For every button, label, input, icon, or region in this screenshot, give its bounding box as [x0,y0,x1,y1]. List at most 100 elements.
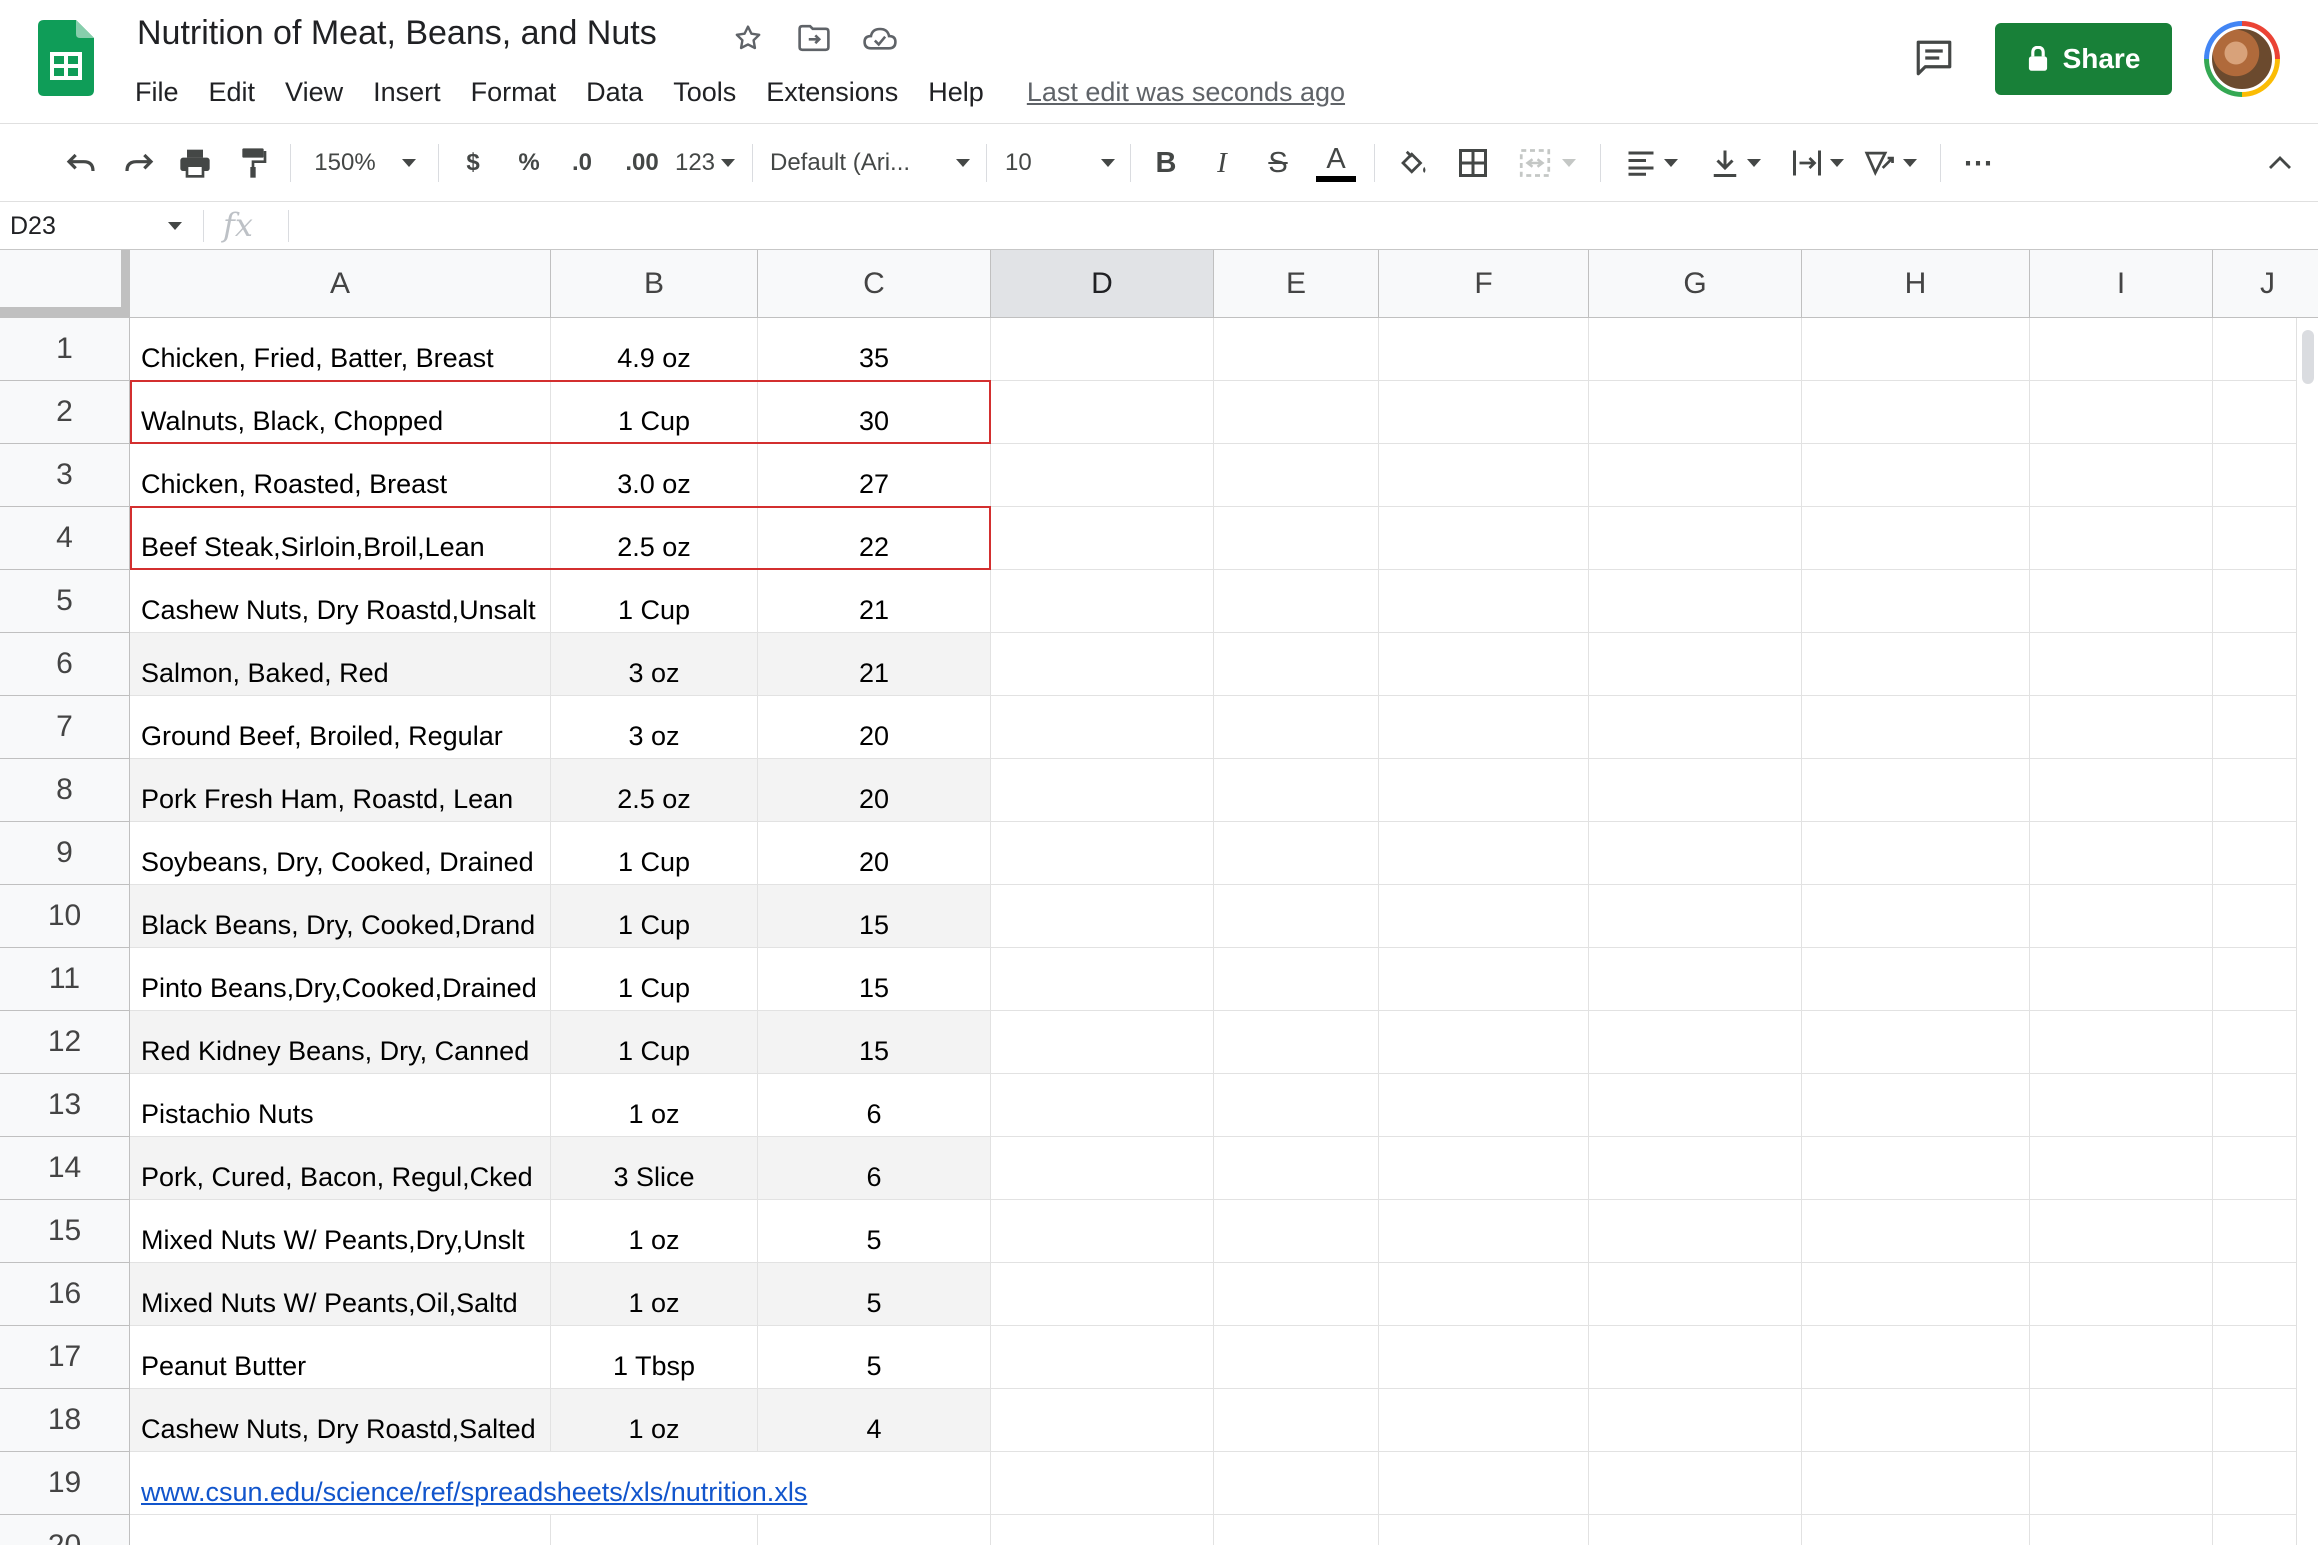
empty-cell[interactable] [1589,759,1802,822]
empty-cell[interactable] [1379,696,1589,759]
empty-cell[interactable] [1589,1515,1802,1545]
empty-cell[interactable] [2030,822,2213,885]
value-cell[interactable]: 21 [758,570,991,633]
serving-cell[interactable]: 3 Slice [551,1137,758,1200]
column-header-j[interactable]: J [2213,250,2318,318]
print-icon[interactable] [174,124,216,202]
serving-cell[interactable]: 1 Cup [551,381,758,444]
food-cell[interactable]: Black Beans, Dry, Cooked,Drand [130,885,551,948]
row-header-1[interactable]: 1 [0,318,130,381]
empty-cell[interactable] [1589,1326,1802,1389]
empty-cell[interactable] [2030,1326,2213,1389]
row-header-9[interactable]: 9 [0,822,130,885]
vertical-scrollbar[interactable] [2296,318,2318,1545]
value-cell[interactable]: 20 [758,696,991,759]
food-cell[interactable]: Pistachio Nuts [130,1074,551,1137]
empty-cell[interactable] [991,1137,1214,1200]
food-cell[interactable]: Cashew Nuts, Dry Roastd,Unsalt [130,570,551,633]
row-header-7[interactable]: 7 [0,696,130,759]
serving-cell[interactable]: 1 Cup [551,1011,758,1074]
row-header-6[interactable]: 6 [0,633,130,696]
menu-extensions[interactable]: Extensions [751,72,913,112]
sheets-logo-icon[interactable] [38,20,94,96]
empty-cell[interactable] [1379,1200,1589,1263]
serving-cell[interactable]: 2.5 oz [551,759,758,822]
empty-cell[interactable] [1802,507,2030,570]
value-cell[interactable]: 35 [758,318,991,381]
serving-cell[interactable]: 1 oz [551,1200,758,1263]
column-header-c[interactable]: C [758,250,991,318]
food-cell[interactable]: Chicken, Fried, Batter, Breast [130,318,551,381]
empty-cell[interactable] [1379,633,1589,696]
empty-cell[interactable] [991,1452,1214,1515]
row-header-5[interactable]: 5 [0,570,130,633]
menu-view[interactable]: View [270,72,358,112]
empty-cell[interactable] [1214,948,1379,1011]
food-cell[interactable]: Pork Fresh Ham, Roastd, Lean [130,759,551,822]
value-cell[interactable]: 15 [758,1011,991,1074]
empty-cell[interactable] [1802,822,2030,885]
empty-cell[interactable] [2030,1389,2213,1452]
empty-cell[interactable] [1802,1200,2030,1263]
empty-cell[interactable] [1589,318,1802,381]
empty-cell[interactable] [1214,696,1379,759]
avatar[interactable] [2204,21,2280,97]
empty-cell[interactable] [1802,885,2030,948]
serving-cell[interactable]: 3 oz [551,696,758,759]
decrease-decimal-button[interactable]: .0 [562,124,602,202]
serving-cell[interactable]: 2.5 oz [551,507,758,570]
borders-icon[interactable] [1452,124,1494,202]
row-header-19[interactable]: 19 [0,1452,130,1515]
empty-cell[interactable] [1589,507,1802,570]
empty-cell[interactable] [2030,1515,2213,1545]
empty-cell[interactable] [1379,570,1589,633]
empty-cell[interactable] [2030,1011,2213,1074]
empty-cell[interactable] [991,570,1214,633]
menu-file[interactable]: File [120,72,194,112]
row-header-16[interactable]: 16 [0,1263,130,1326]
empty-cell[interactable] [2030,570,2213,633]
empty-cell[interactable] [991,885,1214,948]
empty-cell[interactable] [2030,1452,2213,1515]
empty-cell[interactable] [1214,507,1379,570]
comments-icon[interactable] [1910,34,1958,82]
serving-cell[interactable]: 1 Cup [551,822,758,885]
empty-cell[interactable] [1379,822,1589,885]
formula-input[interactable] [300,202,2300,250]
food-cell[interactable]: Mixed Nuts W/ Peants,Oil,Saltd [130,1263,551,1326]
empty-cell[interactable] [1802,633,2030,696]
empty-cell[interactable] [1589,1200,1802,1263]
empty-cell[interactable] [1214,822,1379,885]
undo-icon[interactable] [60,124,102,202]
food-cell[interactable]: Red Kidney Beans, Dry, Canned [130,1011,551,1074]
empty-cell[interactable] [1379,1074,1589,1137]
row-header-8[interactable]: 8 [0,759,130,822]
empty-cell[interactable] [130,1515,551,1545]
empty-cell[interactable] [1802,759,2030,822]
empty-cell[interactable] [1589,633,1802,696]
column-header-e[interactable]: E [1214,250,1379,318]
empty-cell[interactable] [551,1515,758,1545]
empty-cell[interactable] [1802,570,2030,633]
select-all-corner[interactable] [0,250,130,318]
empty-cell[interactable] [1379,948,1589,1011]
empty-cell[interactable] [1379,1011,1589,1074]
serving-cell[interactable]: 3 oz [551,633,758,696]
empty-cell[interactable] [1379,1263,1589,1326]
row-header-13[interactable]: 13 [0,1074,130,1137]
empty-cell[interactable] [1214,1074,1379,1137]
value-cell[interactable]: 20 [758,759,991,822]
empty-cell[interactable] [991,318,1214,381]
empty-cell[interactable] [1214,1515,1379,1545]
empty-cell[interactable] [2030,1137,2213,1200]
empty-cell[interactable] [991,1074,1214,1137]
font-size-select[interactable]: 10 [1005,124,1115,202]
star-icon[interactable] [728,18,768,58]
empty-cell[interactable] [1379,381,1589,444]
empty-cell[interactable] [1589,1263,1802,1326]
column-header-b[interactable]: B [551,250,758,318]
value-cell[interactable]: 5 [758,1263,991,1326]
empty-cell[interactable] [1379,759,1589,822]
value-cell[interactable]: 22 [758,507,991,570]
empty-cell[interactable] [1589,381,1802,444]
